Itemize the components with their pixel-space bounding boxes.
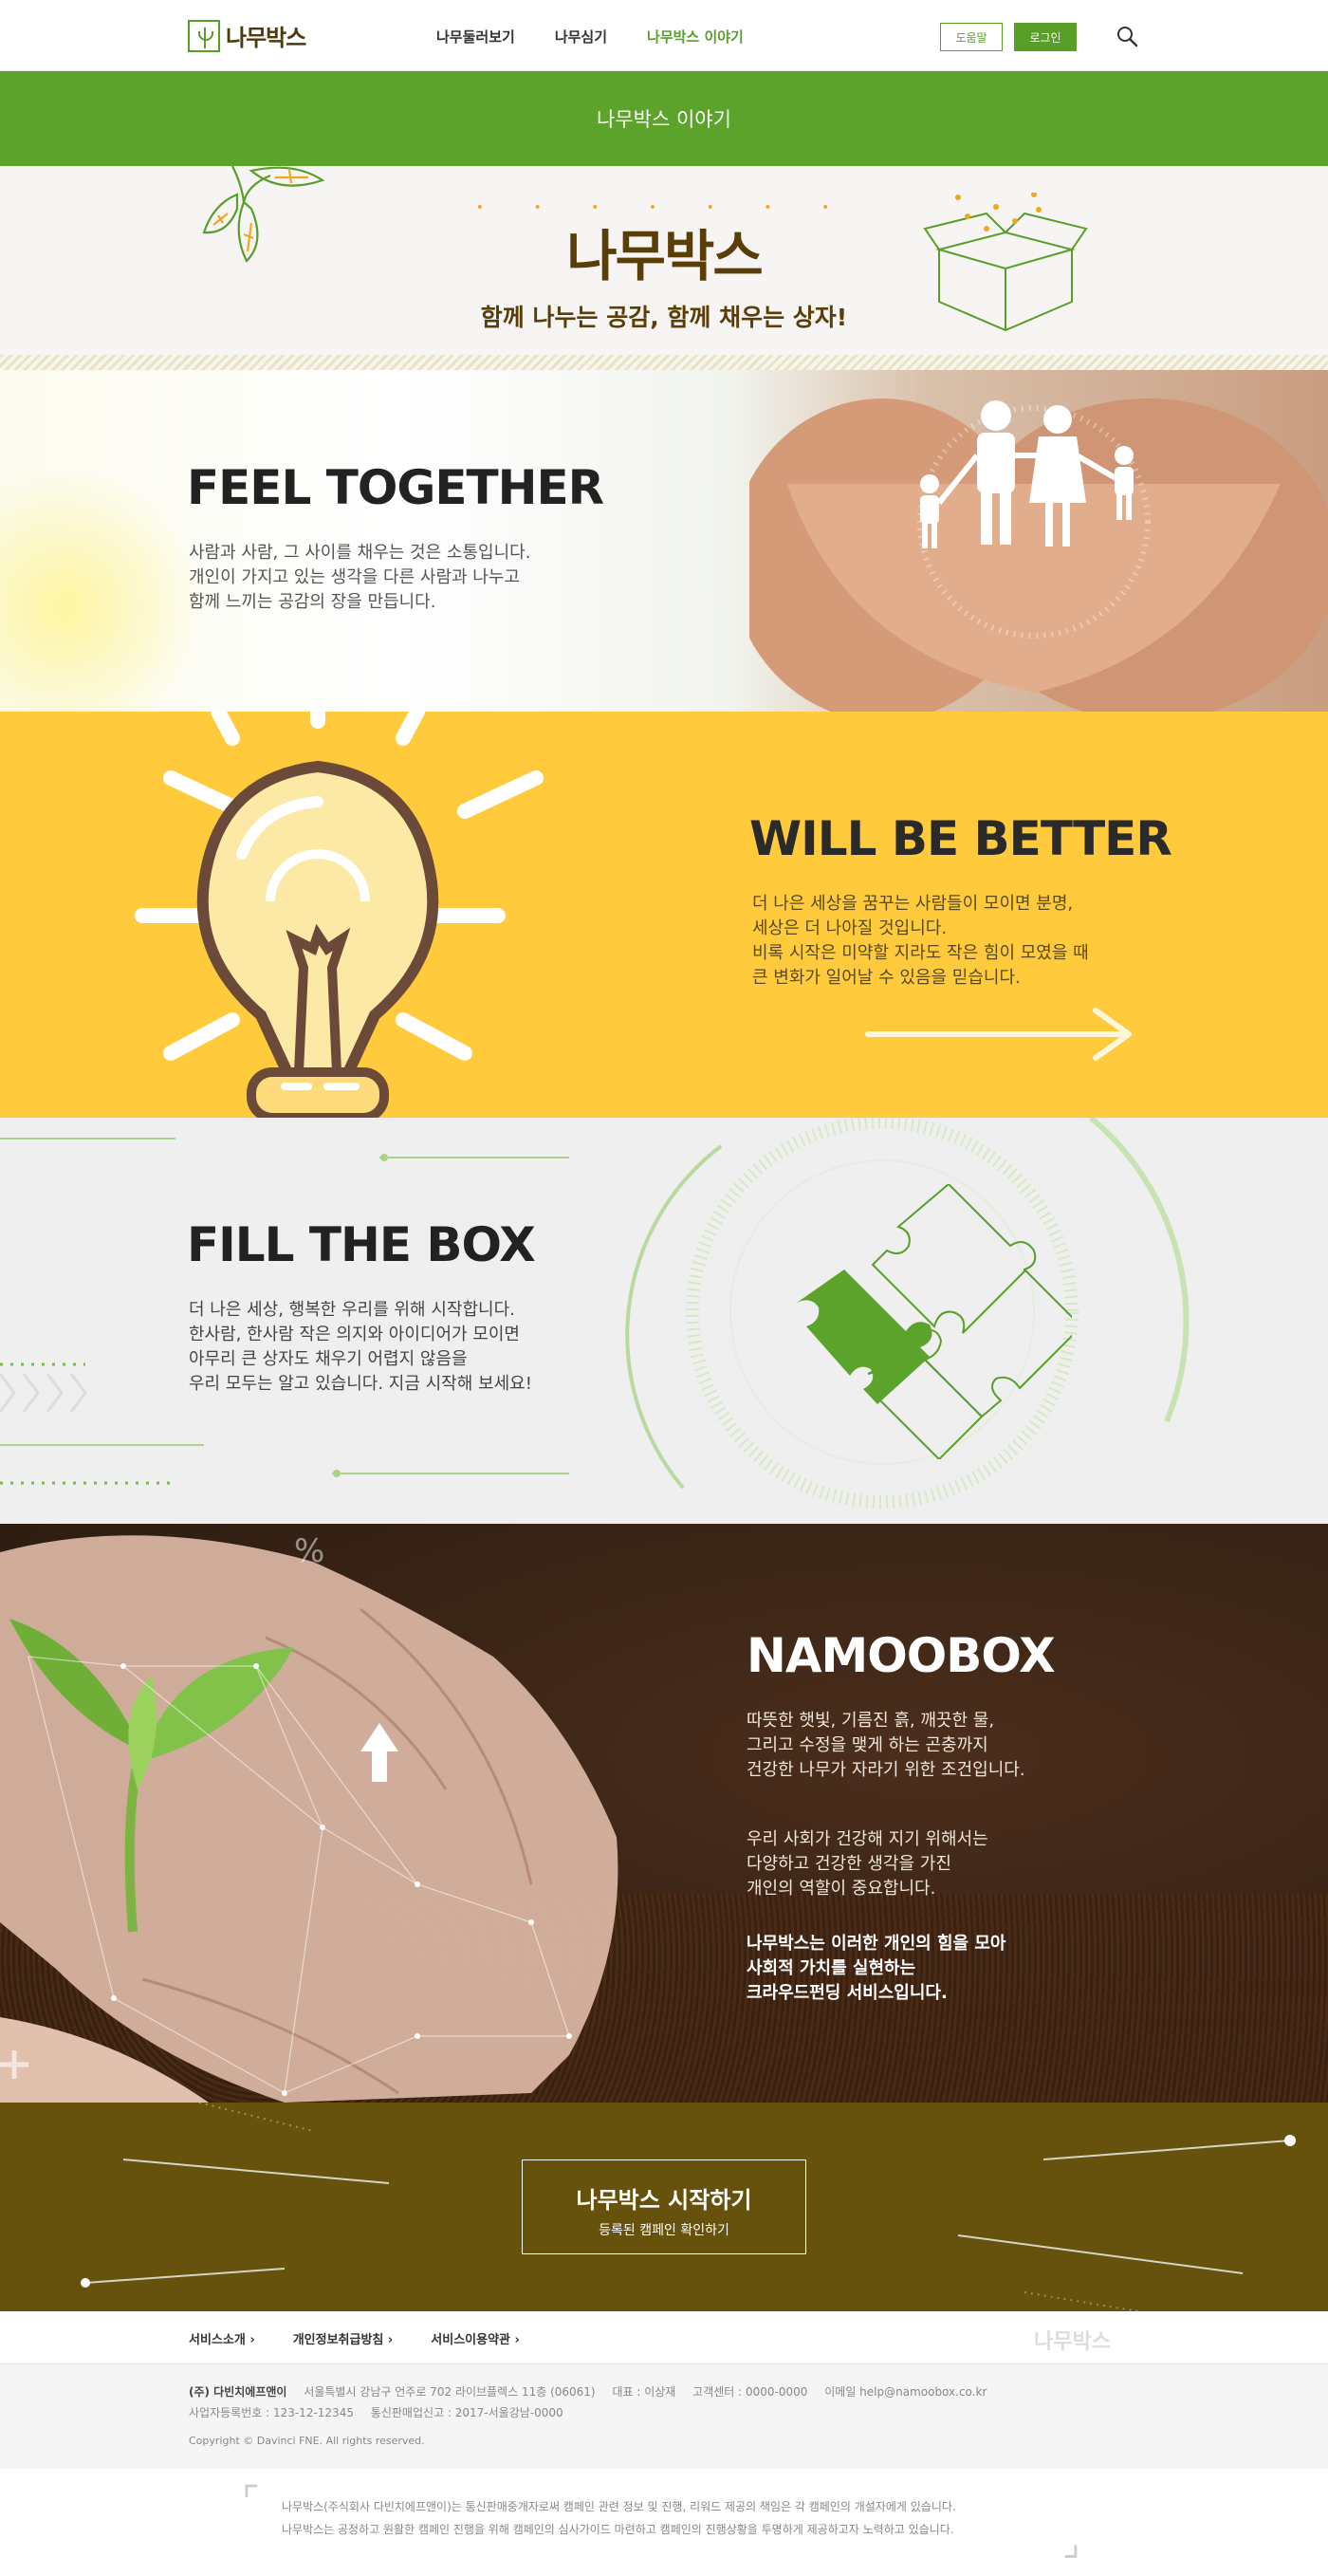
notice-text: 나무박스(주식회사 다빈치에프앤이)는 통신판매중개자로써 캠페인 관련 정보 … (282, 2500, 956, 2536)
hand-and-sprout-illustration: % (0, 1532, 618, 2103)
start-button[interactable]: 나무박스 시작하기 등록된 캠페인 확인하기 (522, 2159, 806, 2254)
tree-box-icon (188, 19, 220, 52)
intro-title: 나무박스 (566, 224, 763, 288)
cta-section: 나무박스 시작하기 등록된 캠페인 확인하기 (0, 2103, 1328, 2311)
quote-bracket-open: ⌜ (242, 2479, 260, 2523)
namoobox-paragraph-3: 나무박스는 이러한 개인의 힘을 모아 사회적 가치를 실현하는 크라우드펀딩 … (747, 1934, 1006, 2003)
business-number: 사업자등록번호 : 123-12-12345 (189, 2406, 354, 2419)
company-ceo: 대표 : 이상재 (612, 2385, 676, 2399)
arrow-right-icon (865, 1008, 1132, 1061)
quote-bracket-close: ⌟ (1062, 2521, 1080, 2565)
page-title-bar: 나무박스 이야기 (0, 71, 1328, 166)
start-button-label: 나무박스 시작하기 (576, 2187, 752, 2214)
hands-family-illustration (749, 398, 1328, 712)
intro-subtitle: 함께 나누는 공감, 함께 채우는 상자! (480, 304, 848, 331)
mail-order-number: 통신판매업신고 : 2017-서울강남-0000 (370, 2406, 563, 2419)
section-fill-the-box: FILL THE BOX 더 나은 세상, 행복한 우리를 위해 시작합니다. … (0, 1118, 1328, 1524)
main-nav: 나무둘러보기 나무심기 나무박스 이야기 (436, 27, 744, 46)
nav-item-browse[interactable]: 나무둘러보기 (436, 27, 515, 46)
page-title: 나무박스 이야기 (597, 108, 731, 131)
site-header: 나무박스 나무둘러보기 나무심기 나무박스 이야기 도움말 로그인 (0, 0, 1328, 71)
login-button[interactable]: 로그인 (1014, 23, 1077, 51)
utility-buttons: 도움말 로그인 (940, 23, 1077, 51)
footer-link-privacy[interactable]: 개인정보취급방침 (293, 2329, 394, 2347)
better-description: 더 나은 세상을 꿈꾸는 사람들이 모이면 분명, 세상은 더 나아질 것입니다… (752, 894, 1089, 988)
section-will-be-better: WILL BE BETTER 더 나은 세상을 꿈꾸는 사람들이 모이면 분명,… (0, 712, 1328, 1118)
intro-banner: • • • • • • • 나무박스 함께 나누는 공감, 함께 채우는 상자! (0, 166, 1328, 370)
fill-title: FILL THE BOX (187, 1217, 536, 1272)
page: 나무박스 나무둘러보기 나무심기 나무박스 이야기 도움말 로그인 나무박스 이… (0, 0, 1328, 2569)
divider-stripe (0, 355, 1328, 370)
open-box-icon (923, 193, 1088, 332)
namoobox-paragraph-1: 따뜻한 햇빛, 기름진 흙, 깨끗한 물, 그리고 수정을 맺게 하는 곤충까지… (747, 1711, 1025, 1780)
registration-info-line: 사업자등록번호 : 123-12-12345 통신판매업신고 : 2017-서울… (189, 2404, 563, 2420)
copyright: Copyright © Davinci FNE. All rights rese… (189, 2435, 425, 2447)
company-email: 이메일 help@namoobox.co.kr (824, 2385, 987, 2399)
fill-description: 더 나은 세상, 행복한 우리를 위해 시작합니다. 한사람, 한사람 작은 의… (189, 1300, 532, 1394)
better-title: WILL BE BETTER (749, 811, 1172, 866)
svg-text:%: % (294, 1532, 324, 1570)
feel-description: 사람과 사람, 그 사이를 채우는 것은 소통입니다. 개인이 가지고 있는 생… (189, 543, 531, 612)
nav-item-plant[interactable]: 나무심기 (555, 27, 607, 46)
search-icon[interactable] (1116, 25, 1138, 47)
feel-title: FEEL TOGETHER (187, 460, 604, 515)
help-button[interactable]: 도움말 (940, 23, 1003, 51)
section-feel-together: FEEL TOGETHER 사람과 사람, 그 사이를 채우는 것은 소통입니다… (0, 370, 1328, 712)
light-bulb-icon (135, 712, 544, 1118)
company-info-line: (주) 다빈치에프앤이 서울특별시 강남구 언주로 702 라이브플렉스 11층… (189, 2383, 987, 2400)
footer-company-info: (주) 다빈치에프앤이 서울특별시 강남구 언주로 702 라이브플렉스 11층… (0, 2364, 1328, 2469)
nav-item-story[interactable]: 나무박스 이야기 (647, 27, 744, 46)
footer-notice: ⌜ 나무박스(주식회사 다빈치에프앤이)는 통신판매중개자로써 캠페인 관련 정… (0, 2469, 1328, 2569)
namoobox-paragraph-2: 우리 사회가 건강해 지기 위해서는 다양하고 건강한 생각을 가진 개인의 역… (747, 1829, 988, 1899)
footer-nav: 서비스소개 개인정보취급방침 서비스이용약관 나무박스 (0, 2311, 1328, 2364)
footer-logo: 나무박스 (1034, 2330, 1111, 2354)
puzzle-pieces-icon (797, 1184, 1072, 1459)
light-glow (0, 465, 209, 712)
footer-links: 서비스소개 개인정보취급방침 서비스이용약관 (189, 2329, 520, 2347)
company-center: 고객센터 : 0000-0000 (692, 2385, 808, 2399)
footer-link-terms[interactable]: 서비스이용약관 (431, 2329, 520, 2347)
footer-link-about[interactable]: 서비스소개 (189, 2329, 255, 2347)
site-logo[interactable]: 나무박스 (188, 19, 306, 52)
start-button-sublabel: 등록된 캠페인 확인하기 (599, 2223, 729, 2238)
logo-text: 나무박스 (226, 25, 306, 51)
company-address: 서울특별시 강남구 언주로 702 라이브플렉스 11층 (06061) (304, 2385, 596, 2399)
namoobox-title: NAMOOBOX (747, 1628, 1056, 1683)
section-namoobox: % NAMOOBOX 따뜻한 햇빛, 기름진 흙, 깨끗한 물, 그리고 수정을… (0, 1524, 1328, 2103)
company-name: (주) 다빈치에프앤이 (189, 2385, 287, 2399)
